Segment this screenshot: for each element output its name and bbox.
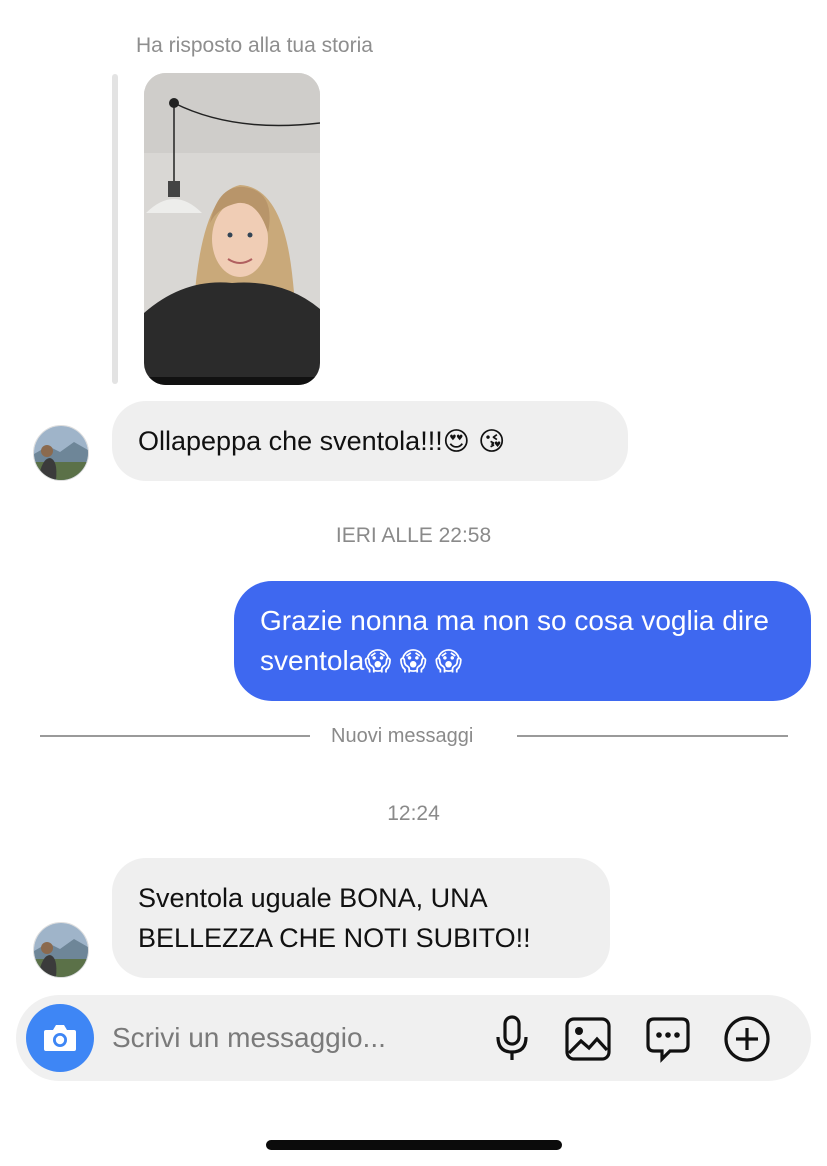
new-messages-label: Nuovi messaggi xyxy=(331,725,474,747)
sticker-icon xyxy=(646,1017,690,1063)
gallery-icon xyxy=(565,1017,611,1061)
message-text: Grazie nonna ma non so cosa voglia dire … xyxy=(260,605,769,676)
message-bubble-incoming[interactable]: Ollapeppa che sventola!!!😍 😘 xyxy=(112,401,628,481)
microphone-button[interactable] xyxy=(487,1014,537,1064)
contact-avatar[interactable] xyxy=(33,922,89,978)
emoji-group: 😍 😘 xyxy=(442,427,506,457)
message-bubble-outgoing[interactable]: Grazie nonna ma non so cosa voglia dire … xyxy=(234,581,811,701)
divider-line-right xyxy=(517,735,788,737)
avatar-image xyxy=(34,923,88,977)
story-image xyxy=(144,73,320,385)
story-reply-label: Ha risposto alla tua storia xyxy=(136,34,373,57)
gallery-button[interactable] xyxy=(563,1014,613,1064)
avatar-image xyxy=(34,426,88,480)
divider-line-left xyxy=(40,735,310,737)
message-timestamp: IERI ALLE 22:58 xyxy=(335,524,492,547)
reply-indicator-bar xyxy=(112,74,118,384)
message-text-line: BELLEZZA CHE NOTI SUBITO!! xyxy=(138,923,531,953)
message-text: Ollapeppa che sventola!!! xyxy=(138,426,443,456)
message-bubble-incoming[interactable]: Sventola uguale BONA, UNA BELLEZZA CHE N… xyxy=(112,858,610,978)
sticker-button[interactable] xyxy=(643,1014,693,1064)
camera-icon xyxy=(44,1025,76,1051)
add-button[interactable] xyxy=(722,1014,772,1064)
message-text-line: Sventola uguale BONA, UNA xyxy=(138,883,488,913)
message-timestamp: 12:24 xyxy=(387,802,440,825)
contact-avatar[interactable] xyxy=(33,425,89,481)
story-thumbnail[interactable] xyxy=(144,73,320,385)
camera-button[interactable] xyxy=(26,1004,94,1072)
plus-icon xyxy=(724,1016,770,1062)
microphone-icon xyxy=(496,1015,528,1060)
emoji-group: 😱 😱 😱 xyxy=(364,647,463,677)
home-indicator[interactable] xyxy=(266,1140,562,1150)
message-input[interactable] xyxy=(112,1018,472,1058)
